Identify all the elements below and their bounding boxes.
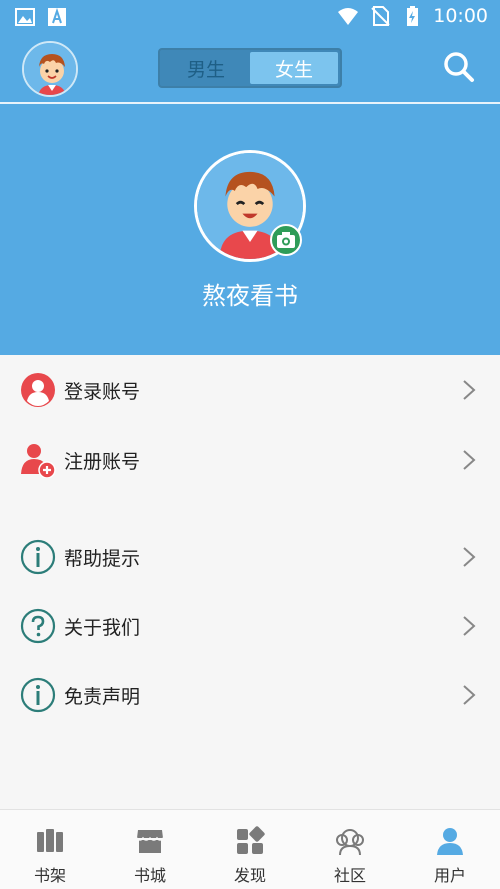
- nav-label: 书架: [33, 866, 66, 885]
- discover-icon: [237, 826, 265, 854]
- status-bar: 10:00: [0, 0, 500, 34]
- menu-item-help[interactable]: 帮助提示: [0, 522, 500, 592]
- nav-community[interactable]: 社区: [300, 810, 400, 889]
- camera-badge[interactable]: [270, 224, 302, 256]
- add-user-icon: [21, 444, 56, 478]
- status-time: 10:00: [433, 5, 488, 27]
- bottom-nav: 书架 书城 发现 社区 用户: [0, 809, 500, 889]
- community-icon: [336, 829, 364, 856]
- username: 熬夜看书: [202, 282, 298, 310]
- tab-male[interactable]: 男生: [162, 52, 250, 84]
- nav-store[interactable]: 书城: [100, 810, 200, 889]
- menu-label: 注册账号: [64, 450, 141, 473]
- menu-label: 登录账号: [64, 380, 141, 403]
- nav-label: 发现: [233, 866, 266, 885]
- chevron-right-icon: [463, 380, 476, 400]
- camera-icon: [277, 232, 295, 248]
- chevron-right-icon: [463, 685, 476, 705]
- info-icon: [20, 677, 56, 713]
- battery-charging-icon: [407, 6, 419, 26]
- menu-label: 关于我们: [64, 616, 141, 639]
- search-icon[interactable]: [442, 50, 476, 84]
- nav-label: 书城: [133, 866, 166, 885]
- nav-discover[interactable]: 发现: [200, 810, 300, 889]
- user-icon: [437, 828, 463, 855]
- nav-label: 社区: [333, 866, 366, 885]
- no-sim-icon: [371, 6, 390, 26]
- gender-toggle: 男生 女生: [158, 48, 342, 88]
- nav-bookshelf[interactable]: 书架: [0, 810, 100, 889]
- menu-item-login[interactable]: 登录账号: [0, 355, 500, 425]
- wifi-icon: [338, 8, 359, 25]
- store-icon: [136, 830, 164, 853]
- menu-item-disclaimer[interactable]: 免责声明: [0, 660, 500, 730]
- chevron-right-icon: [463, 616, 476, 636]
- menu-item-register[interactable]: 注册账号: [0, 425, 500, 495]
- font-icon: [48, 7, 66, 26]
- profile-section: 熬夜看书: [0, 104, 500, 355]
- chevron-right-icon: [463, 450, 476, 470]
- question-icon: [20, 608, 56, 644]
- cartoon-boy-avatar-icon: [24, 43, 76, 95]
- image-icon: [15, 8, 35, 26]
- info-icon: [20, 539, 56, 575]
- header-avatar[interactable]: [22, 41, 78, 97]
- top-header: 男生 女生: [0, 34, 500, 102]
- user-circle-icon: [21, 373, 55, 407]
- bookshelf-icon: [37, 829, 63, 852]
- tab-female[interactable]: 女生: [250, 52, 338, 84]
- nav-user[interactable]: 用户: [400, 810, 500, 889]
- menu-label: 帮助提示: [64, 547, 141, 570]
- nav-label: 用户: [433, 866, 466, 885]
- menu-item-about[interactable]: 关于我们: [0, 591, 500, 661]
- menu-label: 免责声明: [64, 685, 141, 708]
- chevron-right-icon: [463, 547, 476, 567]
